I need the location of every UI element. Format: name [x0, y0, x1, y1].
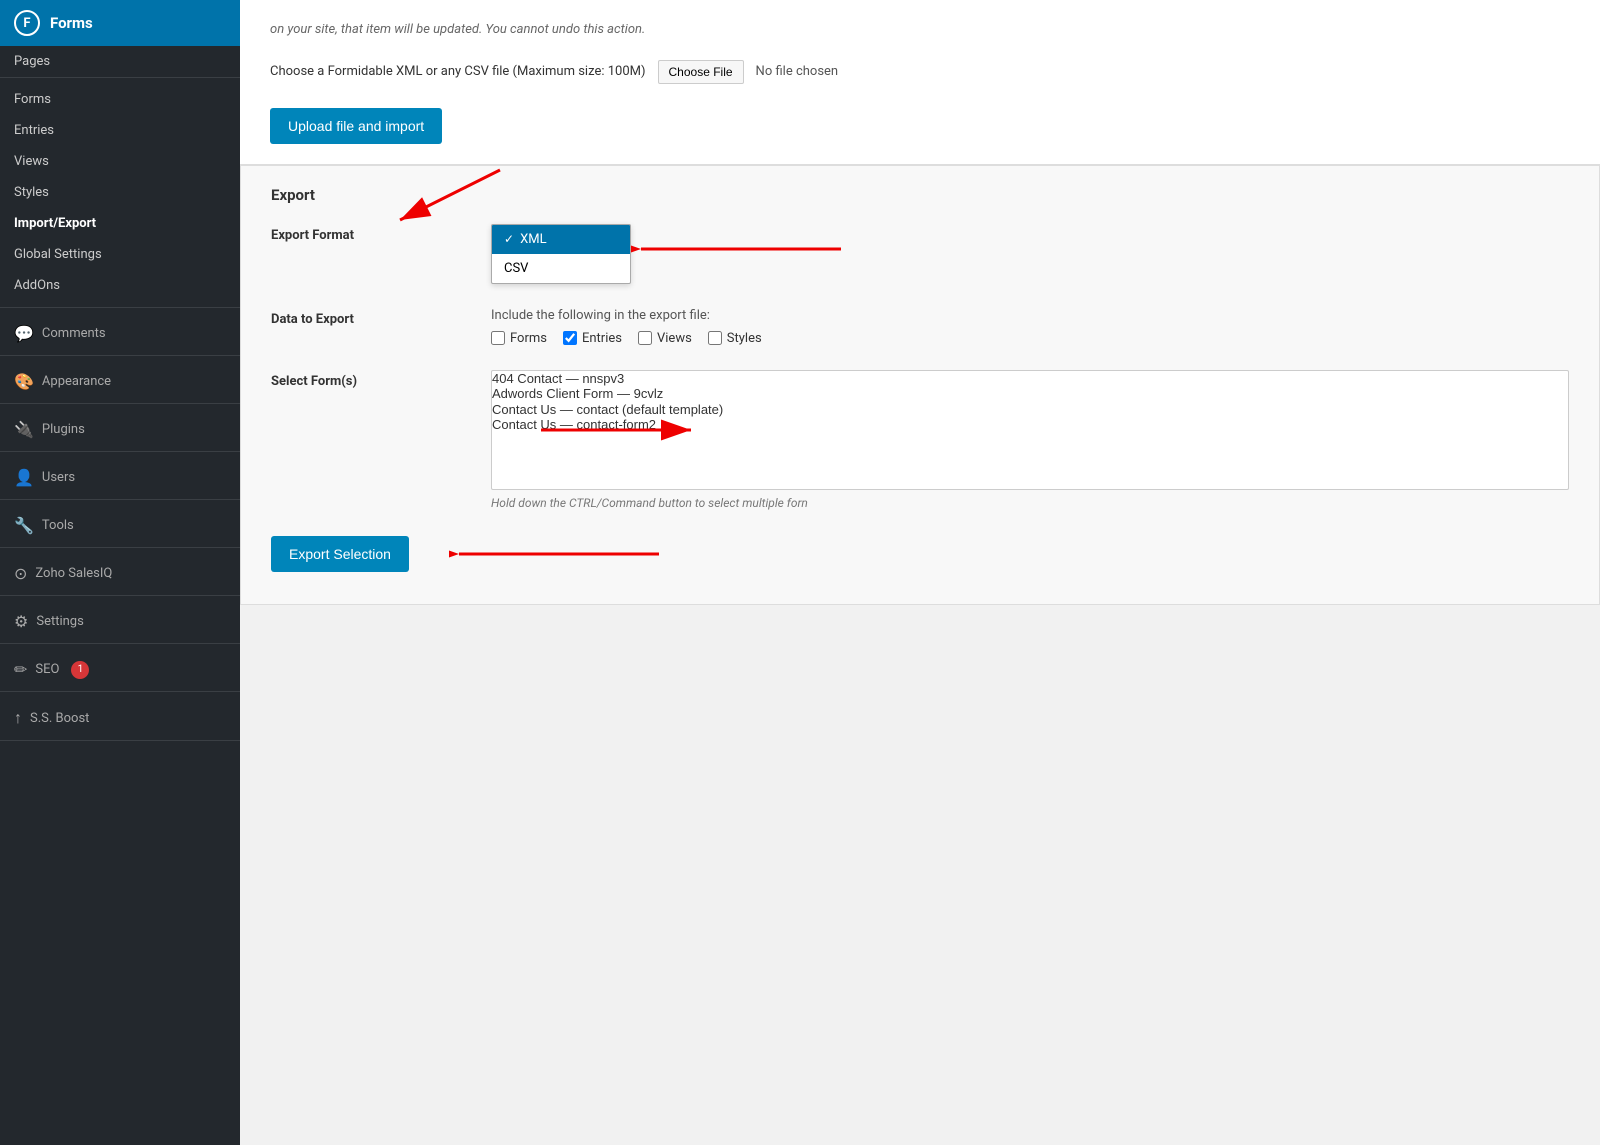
ssboost-icon: ↑: [14, 708, 22, 728]
file-input-row: Choose a Formidable XML or any CSV file …: [270, 60, 1570, 84]
sidebar-item-seo[interactable]: ✏ SEO 1: [0, 650, 240, 685]
plugins-icon: 🔌: [14, 420, 34, 439]
upload-import-button[interactable]: Upload file and import: [270, 108, 442, 144]
sidebar-item-forms[interactable]: Forms: [0, 84, 240, 115]
checkbox-entries[interactable]: Entries: [563, 331, 622, 346]
sidebar-item-views[interactable]: Views: [0, 146, 240, 177]
forms-checkbox-label: Forms: [510, 331, 547, 346]
format-arrow: [631, 229, 851, 269]
select-arrow: [531, 410, 711, 450]
users-icon: 👤: [14, 468, 34, 487]
sidebar-item-ssboost[interactable]: ↑ S.S. Boost: [0, 698, 240, 734]
checkbox-styles[interactable]: Styles: [708, 331, 762, 346]
sidebar-item-global-settings[interactable]: Global Settings: [0, 239, 240, 270]
entries-checkbox-label: Entries: [582, 331, 622, 346]
sidebar-tools-group: 🔧 Tools: [0, 500, 240, 548]
select-forms-row: Select Form(s) 404 Contact — nnspv3Adwor…: [271, 370, 1569, 510]
tools-icon: 🔧: [14, 516, 34, 535]
sidebar-zoho-group: ⊙ Zoho SalesIQ: [0, 548, 240, 596]
export-arrow: [449, 534, 669, 574]
sidebar-item-comments[interactable]: 💬 Comments: [0, 314, 240, 349]
sidebar-item-settings[interactable]: ⚙ Settings: [0, 602, 240, 637]
format-option-csv[interactable]: CSV: [492, 254, 630, 283]
sidebar-plugin-header[interactable]: F Forms: [0, 0, 240, 46]
sidebar-item-plugins[interactable]: 🔌 Plugins: [0, 410, 240, 445]
sidebar-ssboost-group: ↑ S.S. Boost: [0, 692, 240, 741]
export-btn-row: Export Selection: [271, 534, 1569, 574]
sidebar-item-import-export[interactable]: Import/Export: [0, 208, 240, 239]
sidebar: F Forms Pages Forms Entries Views Styles…: [0, 0, 240, 1145]
csv-label: CSV: [504, 261, 528, 276]
main-content: on your site, that item will be updated.…: [240, 0, 1600, 1145]
views-checkbox-label: Views: [657, 331, 692, 346]
sidebar-item-users[interactable]: 👤 Users: [0, 458, 240, 493]
upload-arrow: [320, 160, 520, 240]
styles-checkbox[interactable]: [708, 331, 722, 345]
sidebar-item-tools[interactable]: 🔧 Tools: [0, 506, 240, 541]
xml-label: XML: [520, 232, 547, 247]
sidebar-item-zoho[interactable]: ⊙ Zoho SalesIQ: [0, 554, 240, 589]
entries-checkbox[interactable]: [563, 331, 577, 345]
sidebar-forms-group: Forms Entries Views Styles Import/Export…: [0, 78, 240, 308]
include-label: Include the following in the export file…: [491, 308, 1569, 323]
seo-icon: ✏: [14, 660, 27, 679]
sidebar-item-addons[interactable]: AddOns: [0, 270, 240, 301]
plugin-icon: F: [14, 10, 40, 36]
data-to-export-label: Data to Export: [271, 308, 471, 327]
checkbox-row: Forms Entries Views Styles: [491, 331, 1569, 346]
sidebar-settings-group: ⚙ Settings: [0, 596, 240, 644]
styles-checkbox-label: Styles: [727, 331, 762, 346]
sidebar-seo-group: ✏ SEO 1: [0, 644, 240, 692]
select-hint: Hold down the CTRL/Command button to sel…: [491, 496, 1569, 510]
sidebar-item-pages[interactable]: Pages: [0, 46, 240, 78]
forms-checkbox[interactable]: [491, 331, 505, 345]
export-format-control: ✓ XML CSV: [491, 224, 1569, 284]
data-to-export-row: Data to Export Include the following in …: [271, 308, 1569, 346]
plugin-name: Forms: [50, 14, 93, 32]
export-selection-button[interactable]: Export Selection: [271, 536, 409, 572]
no-file-label: No file chosen: [756, 64, 839, 79]
settings-icon: ⚙: [14, 612, 28, 631]
checkbox-forms[interactable]: Forms: [491, 331, 547, 346]
zoho-icon: ⊙: [14, 564, 27, 583]
seo-badge: 1: [71, 661, 89, 679]
sidebar-item-styles[interactable]: Styles: [0, 177, 240, 208]
sidebar-comments-group: 💬 Comments: [0, 308, 240, 356]
views-checkbox[interactable]: [638, 331, 652, 345]
sidebar-item-appearance[interactable]: 🎨 Appearance: [0, 362, 240, 397]
select-forms-label: Select Form(s): [271, 370, 471, 389]
sidebar-plugins-group: 🔌 Plugins: [0, 404, 240, 452]
sidebar-item-entries[interactable]: Entries: [0, 115, 240, 146]
appearance-icon: 🎨: [14, 372, 34, 391]
warning-text: on your site, that item will be updated.…: [270, 20, 1570, 40]
checkbox-views[interactable]: Views: [638, 331, 692, 346]
choose-file-button[interactable]: Choose File: [658, 60, 744, 84]
sidebar-users-group: 👤 Users: [0, 452, 240, 500]
sidebar-appearance-group: 🎨 Appearance: [0, 356, 240, 404]
comments-icon: 💬: [14, 324, 34, 343]
file-description: Choose a Formidable XML or any CSV file …: [270, 64, 646, 79]
data-to-export-control: Include the following in the export file…: [491, 308, 1569, 346]
